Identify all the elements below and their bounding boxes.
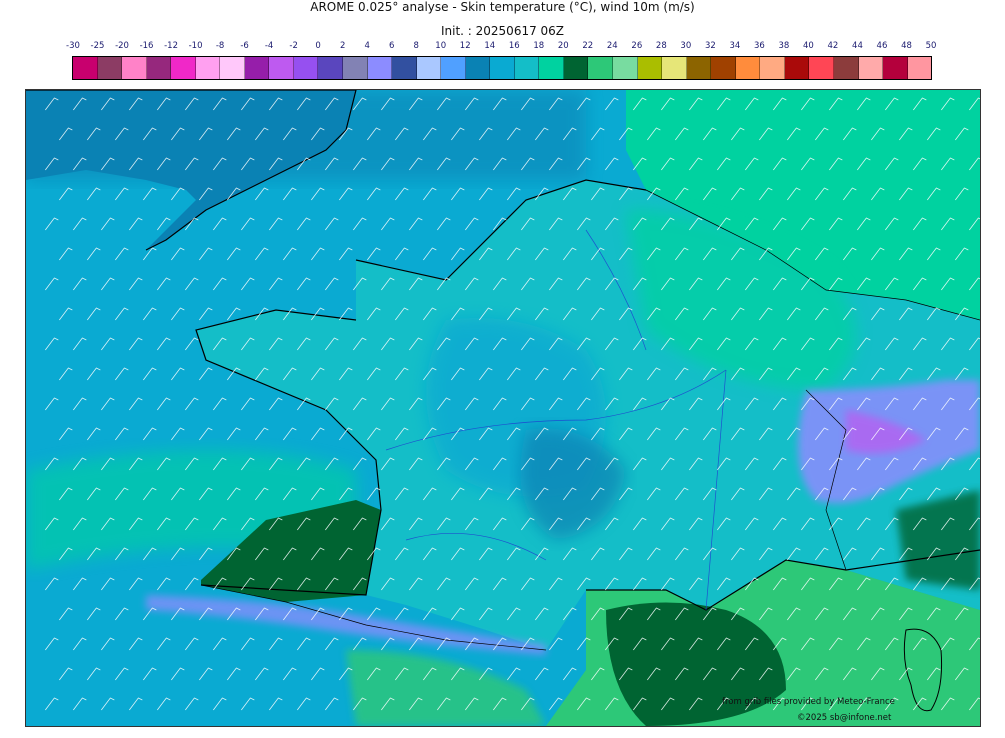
colorbar-tick-label: -2 (289, 41, 298, 51)
colorbar-swatch (637, 57, 663, 79)
colorbar-tick-label: 26 (631, 41, 643, 51)
colorbar-swatch (735, 57, 761, 79)
init-time: Init. : 20250617 06Z (440, 24, 565, 38)
colorbar-tick-label: -20 (115, 41, 129, 51)
colorbar-swatch (514, 57, 540, 79)
colorbar-swatch (73, 57, 98, 79)
colorbar-tick-label: 50 (925, 41, 937, 51)
colorbar-tick-label: 24 (606, 41, 618, 51)
colorbar-swatch (760, 57, 785, 79)
colorbar-tick-label: 18 (533, 41, 545, 51)
copyright-credit: ©2025 sb@infone.net (797, 713, 892, 723)
colorbar-ticks: -30 -25 -20 -16 -12 -10 -8 -6 -4 -2 0 2 4 6 8 10 12 14 16 1… (66, 41, 936, 53)
colorbar-tick-label: -4 (264, 41, 274, 51)
colorbar-tick-label: 12 (459, 41, 471, 51)
colorbar-tick-label: 22 (582, 41, 594, 51)
colorbar-swatch (883, 57, 908, 79)
colorbar-swatch (858, 57, 884, 79)
colorbar-swatch (220, 57, 245, 79)
colorbar-swatch (662, 57, 687, 79)
chart-title: AROME 0.025° analyse - Skin temperature … (310, 0, 695, 14)
colorbar-swatch (711, 57, 736, 79)
colorbar-swatch (146, 57, 172, 79)
colorbar-tick-label: 16 (508, 41, 520, 51)
colorbar (72, 56, 932, 80)
colorbar-swatch (122, 57, 147, 79)
colorbar-tick-label: -16 (139, 41, 154, 51)
colorbar-swatch (686, 57, 712, 79)
colorbar-tick-label: 36 (753, 41, 765, 51)
colorbar-tick-label: 48 (901, 41, 912, 51)
colorbar-tick-label: 44 (852, 41, 863, 51)
colorbar-swatch (293, 57, 319, 79)
colorbar-tick-label: 34 (729, 41, 741, 51)
colorbar-swatch (416, 57, 442, 79)
colorbar-tick-label: -8 (215, 41, 225, 51)
colorbar-swatch (613, 57, 638, 79)
colorbar-tick-label: 8 (413, 41, 419, 51)
colorbar-tick-label: 6 (388, 41, 395, 51)
source-credit: from grib files provided by Meteo-France (722, 697, 895, 707)
colorbar-swatch (392, 57, 417, 79)
colorbar-tick-label: 40 (803, 41, 814, 51)
colorbar-tick-label: 38 (778, 41, 790, 51)
colorbar-swatch (588, 57, 614, 79)
colorbar-tick-label: 28 (655, 41, 667, 51)
colorbar-swatch (809, 57, 834, 79)
colorbar-tick-label: 10 (435, 41, 447, 51)
colorbar-swatch (539, 57, 564, 79)
colorbar-swatch (97, 57, 123, 79)
temperature-map[interactable] (25, 89, 981, 727)
colorbar-swatch (465, 57, 491, 79)
colorbar-swatch (367, 57, 393, 79)
colorbar-swatch (343, 57, 368, 79)
colorbar-swatch (784, 57, 810, 79)
colorbar-tick-label: -6 (240, 41, 249, 51)
colorbar-swatch (171, 57, 196, 79)
colorbar-tick-label: 32 (704, 41, 716, 51)
colorbar-tick-label: 42 (827, 41, 839, 51)
colorbar-swatch (244, 57, 270, 79)
colorbar-swatch (563, 57, 589, 79)
colorbar-tick-label: -30 (66, 41, 80, 51)
colorbar-tick-label: 30 (680, 41, 692, 51)
colorbar-swatch (269, 57, 294, 79)
colorbar-swatch (195, 57, 221, 79)
colorbar-swatch (907, 57, 932, 79)
colorbar-tick-label: 0 (315, 41, 321, 51)
colorbar-tick-label: 14 (484, 41, 496, 51)
colorbar-swatch (441, 57, 466, 79)
colorbar-tick-label: 2 (339, 41, 346, 51)
colorbar-tick-label: -25 (90, 41, 105, 51)
map-canvas (26, 90, 980, 726)
colorbar-tick-label: 46 (876, 41, 888, 51)
colorbar-tick-label: 20 (557, 41, 569, 51)
colorbar-tick-label: -12 (164, 41, 178, 51)
colorbar-swatch (490, 57, 515, 79)
colorbar-tick-label: 4 (364, 41, 370, 51)
colorbar-swatch (318, 57, 344, 79)
colorbar-tick-label: -10 (188, 41, 203, 51)
colorbar-swatch (833, 57, 859, 79)
